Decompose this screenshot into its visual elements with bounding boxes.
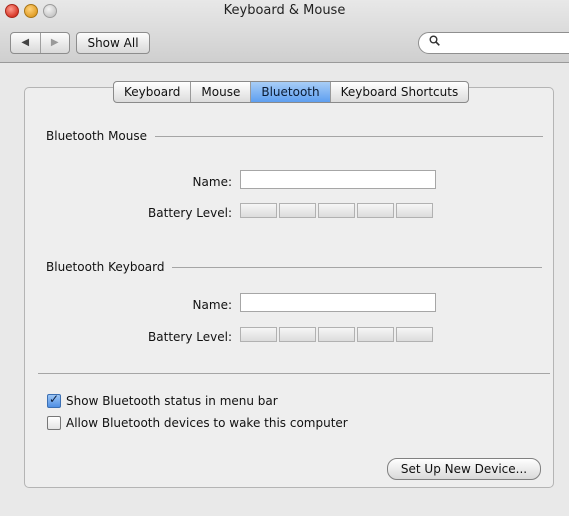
battery-segment [279, 203, 316, 218]
mouse-battery-level-indicator [240, 203, 433, 218]
preferences-window: Keyboard & Mouse ◀ ▶ Show All Keyboard M… [0, 0, 569, 516]
keyboard-name-field[interactable] [240, 293, 436, 312]
show-bluetooth-status-checkbox[interactable]: Show Bluetooth status in menu bar [47, 392, 278, 408]
mouse-name-label: Name: [192, 175, 232, 189]
show-bluetooth-status-label: Show Bluetooth status in menu bar [66, 394, 278, 408]
set-up-new-device-button[interactable]: Set Up New Device... [387, 458, 541, 480]
back-arrow-icon[interactable]: ◀ [11, 33, 40, 53]
section-divider [172, 266, 543, 268]
tab-keyboard-shortcuts[interactable]: Keyboard Shortcuts [331, 82, 469, 102]
section-divider [155, 135, 544, 137]
mouse-section-heading: Bluetooth Mouse [46, 129, 544, 143]
battery-segment [240, 327, 277, 342]
tab-mouse[interactable]: Mouse [191, 82, 252, 102]
search-icon [429, 35, 440, 49]
checkbox-unchecked-icon[interactable] [47, 416, 61, 430]
mouse-heading-label: Bluetooth Mouse [46, 129, 148, 143]
window-title: Keyboard & Mouse [223, 3, 346, 18]
battery-segment [357, 203, 394, 218]
checkbox-checked-icon[interactable] [47, 392, 61, 408]
toolbar: Keyboard & Mouse ◀ ▶ Show All [0, 0, 569, 63]
keyboard-battery-level-indicator [240, 327, 433, 342]
battery-segment [279, 327, 316, 342]
tab-bluetooth[interactable]: Bluetooth [251, 82, 331, 102]
battery-segment [318, 327, 355, 342]
forward-arrow-icon[interactable]: ▶ [39, 33, 70, 53]
allow-wake-label: Allow Bluetooth devices to wake this com… [66, 416, 348, 430]
battery-segment [396, 327, 433, 342]
keyboard-section-heading: Bluetooth Keyboard [46, 260, 543, 274]
mouse-battery-label: Battery Level: [148, 206, 232, 220]
battery-segment [240, 203, 277, 218]
keyboard-name-label: Name: [192, 298, 232, 312]
battery-segment [357, 327, 394, 342]
keyboard-heading-label: Bluetooth Keyboard [46, 260, 165, 274]
mouse-name-field[interactable] [240, 170, 436, 189]
tab-keyboard[interactable]: Keyboard [114, 82, 192, 102]
show-all-button[interactable]: Show All [76, 32, 150, 54]
tab-bar: Keyboard Mouse Bluetooth Keyboard Shortc… [113, 81, 470, 103]
options-divider [38, 373, 550, 374]
back-forward-control: ◀ ▶ [10, 32, 70, 54]
search-input[interactable] [418, 32, 569, 54]
battery-segment [318, 203, 355, 218]
keyboard-battery-label: Battery Level: [148, 330, 232, 344]
battery-segment [396, 203, 433, 218]
allow-wake-checkbox[interactable]: Allow Bluetooth devices to wake this com… [47, 416, 348, 430]
